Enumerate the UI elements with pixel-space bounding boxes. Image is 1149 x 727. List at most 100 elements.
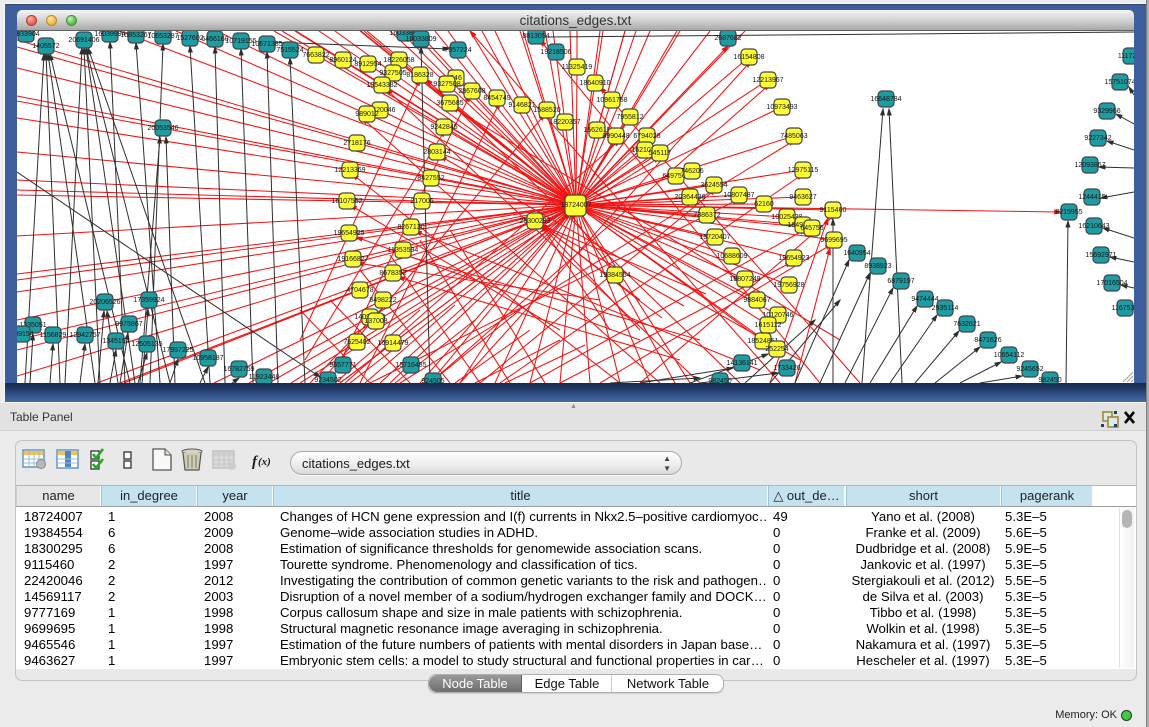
svg-text:645756: 645756 <box>800 225 823 232</box>
svg-text:9975867: 9975867 <box>115 321 142 328</box>
svg-text:137008: 137008 <box>364 318 387 325</box>
svg-text:14136141: 14136141 <box>726 360 757 367</box>
svg-text:1833904: 1833904 <box>17 31 40 38</box>
svg-text:217006: 217006 <box>410 198 433 205</box>
svg-text:16107552: 16107552 <box>331 198 362 205</box>
svg-text:7625402: 7625402 <box>343 339 370 346</box>
svg-text:9234502: 9234502 <box>314 377 341 383</box>
svg-text:9146821: 9146821 <box>508 102 535 109</box>
svg-text:18807249: 18807249 <box>729 276 760 283</box>
svg-text:18640910: 18640910 <box>579 80 610 87</box>
svg-text:11923448: 11923448 <box>249 374 280 381</box>
svg-text:1167533: 1167533 <box>1112 305 1134 312</box>
svg-text:15692971: 15692971 <box>1085 252 1116 259</box>
svg-text:17016504: 17016504 <box>1096 280 1127 287</box>
svg-text:1615112: 1615112 <box>755 322 782 329</box>
svg-text:8938923: 8938923 <box>864 263 891 270</box>
svg-text:7955812: 7955812 <box>616 114 643 121</box>
svg-text:8960124: 8960124 <box>329 57 356 64</box>
svg-text:8912954: 8912954 <box>354 61 381 68</box>
svg-text:7485063: 7485063 <box>780 133 807 140</box>
svg-text:2687682: 2687682 <box>714 35 741 42</box>
svg-text:9699695: 9699695 <box>820 237 847 244</box>
svg-text:9327505: 9327505 <box>379 70 406 77</box>
svg-text:17957225: 17957225 <box>162 347 193 354</box>
svg-text:20053546: 20053546 <box>147 125 178 132</box>
svg-text:8990448: 8990448 <box>602 133 629 140</box>
svg-text:18220357: 18220357 <box>549 119 580 126</box>
svg-text:1733426: 1733426 <box>773 365 800 372</box>
svg-text:11325419: 11325419 <box>562 64 593 71</box>
svg-text:10973493: 10973493 <box>766 104 797 111</box>
svg-text:2867608: 2867608 <box>458 88 485 95</box>
svg-text:16210643: 16210643 <box>1078 223 1109 230</box>
svg-text:6794028: 6794028 <box>633 133 660 140</box>
svg-text:1405572: 1405572 <box>32 43 59 50</box>
svg-text:9245652: 9245652 <box>1016 366 1043 373</box>
svg-text:20364436: 20364436 <box>674 194 705 201</box>
svg-text:16033809: 16033809 <box>405 36 436 43</box>
svg-text:9242845: 9242845 <box>430 124 457 131</box>
svg-text:7632621: 7632621 <box>953 321 980 328</box>
svg-text:10543382: 10543382 <box>366 82 397 89</box>
svg-text:7663822: 7663822 <box>302 52 329 59</box>
svg-text:10688609: 10688609 <box>716 253 747 260</box>
svg-text:7386372: 7386372 <box>693 212 720 219</box>
svg-text:19166827: 19166827 <box>337 256 368 263</box>
svg-text:1345194: 1345194 <box>102 338 129 345</box>
svg-text:6879197: 6879197 <box>887 278 914 285</box>
svg-text:12093867: 12093867 <box>1074 162 1105 169</box>
svg-text:20691406: 20691406 <box>68 37 99 44</box>
svg-text:16648784: 16648784 <box>870 96 901 103</box>
svg-text:12505135: 12505135 <box>131 341 162 348</box>
svg-text:10961758: 10961758 <box>596 97 627 104</box>
svg-text:746206: 746206 <box>680 168 703 175</box>
svg-text:19384554: 19384554 <box>599 272 630 279</box>
svg-text:12213369: 12213369 <box>334 167 365 174</box>
svg-text:8427552: 8427552 <box>417 175 444 182</box>
svg-text:8454749: 8454749 <box>483 95 510 102</box>
svg-text:9463627: 9463627 <box>789 194 816 201</box>
svg-text:9227342: 9227342 <box>1084 135 1111 142</box>
svg-text:9115460: 9115460 <box>820 207 847 214</box>
svg-text:16914479: 16914479 <box>377 340 408 347</box>
svg-text:(x): (x) <box>258 456 271 468</box>
svg-text:12942757: 12942757 <box>69 332 100 339</box>
svg-text:15751074: 15751074 <box>1104 79 1134 86</box>
svg-text:16154808: 16154808 <box>733 54 764 61</box>
svg-text:18226058: 18226058 <box>383 57 414 64</box>
svg-text:3675685: 3675685 <box>436 100 463 107</box>
svg-text:12213967: 12213967 <box>752 77 783 84</box>
svg-text:9657771: 9657771 <box>329 362 356 369</box>
svg-text:10654112: 10654112 <box>994 352 1025 359</box>
svg-text:2803144: 2803144 <box>423 149 450 156</box>
svg-text:982450: 982450 <box>1038 377 1061 383</box>
svg-text:1527602: 1527602 <box>176 35 203 42</box>
svg-text:19756928: 19756928 <box>773 282 804 289</box>
svg-text:1117204: 1117204 <box>1118 53 1134 60</box>
svg-text:19654925: 19654925 <box>333 230 364 237</box>
svg-text:2935114: 2935114 <box>932 305 959 312</box>
svg-text:252254: 252254 <box>765 346 788 353</box>
svg-text:939154: 939154 <box>17 331 34 338</box>
svg-text:9474444: 9474444 <box>911 296 938 303</box>
svg-text:1588520: 1588520 <box>533 107 560 114</box>
svg-text:7515524: 7515524 <box>276 47 303 54</box>
svg-text:9327508: 9327508 <box>433 81 460 88</box>
svg-text:16782759: 16782759 <box>223 366 254 373</box>
svg-text:19654923: 19654923 <box>778 255 809 262</box>
svg-text:4704678: 4704678 <box>346 287 373 294</box>
svg-text:17359924: 17359924 <box>133 297 164 304</box>
svg-text:11353594: 11353594 <box>388 247 419 254</box>
svg-text:3624554: 3624554 <box>700 182 727 189</box>
svg-text:7357224: 7357224 <box>444 47 471 54</box>
svg-text:8471626: 8471626 <box>974 337 1001 344</box>
svg-text:25300293: 25300293 <box>519 218 550 225</box>
svg-text:2718176: 2718176 <box>343 140 370 147</box>
svg-text:62160: 62160 <box>754 201 774 208</box>
svg-text:924505: 924505 <box>421 378 444 383</box>
svg-text:1156829: 1156829 <box>40 332 67 339</box>
svg-text:10958187: 10958187 <box>192 355 223 362</box>
svg-text:1244415: 1244415 <box>1078 194 1105 201</box>
svg-text:9884067: 9884067 <box>743 297 770 304</box>
